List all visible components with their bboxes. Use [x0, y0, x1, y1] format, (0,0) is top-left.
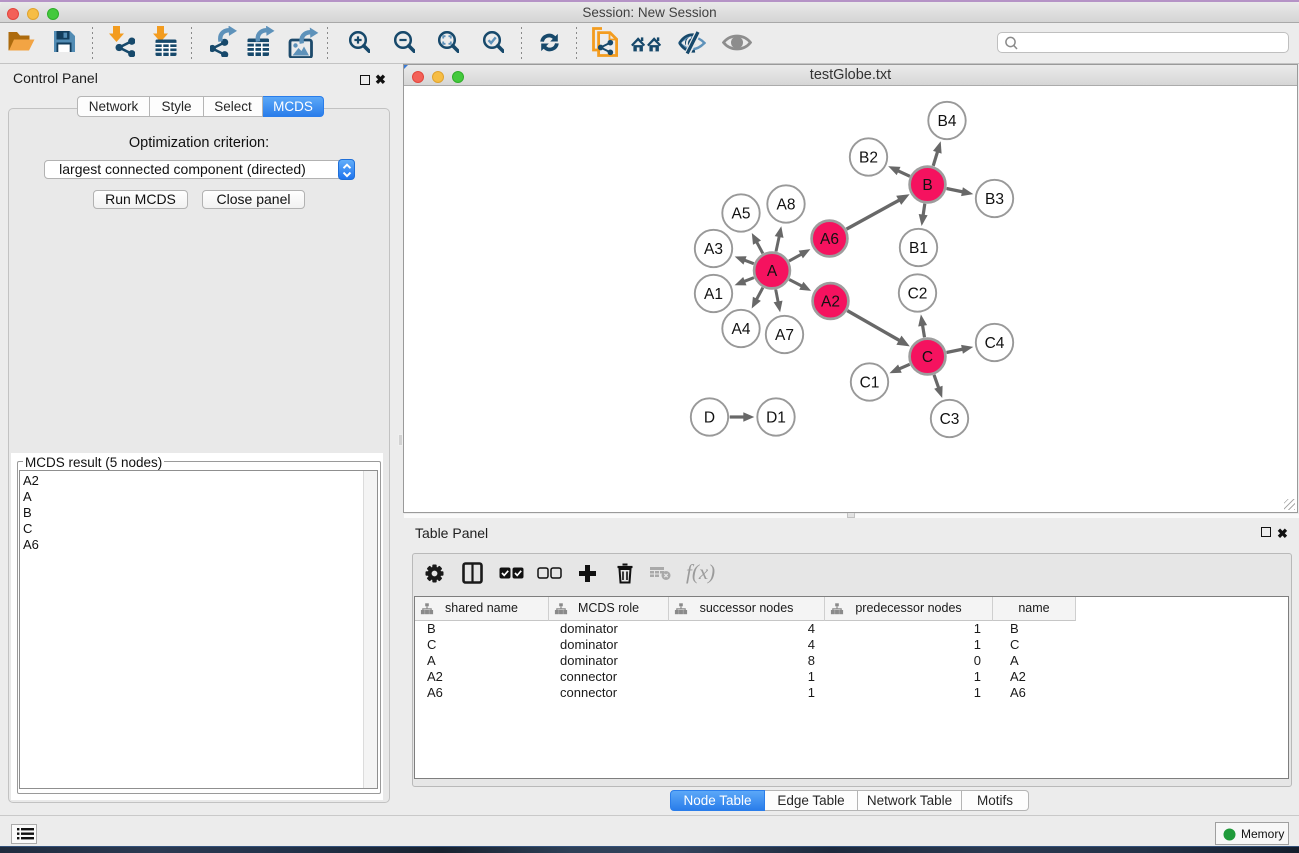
svg-text:A3: A3	[704, 241, 723, 258]
svg-text:B4: B4	[938, 113, 957, 130]
svg-text:A: A	[767, 263, 778, 280]
svg-text:A8: A8	[777, 197, 796, 214]
svg-text:A4: A4	[732, 321, 751, 338]
svg-text:A5: A5	[732, 206, 751, 223]
svg-text:B3: B3	[985, 191, 1004, 208]
svg-text:B1: B1	[909, 240, 928, 257]
svg-text:B2: B2	[859, 150, 878, 167]
svg-text:C3: C3	[940, 411, 960, 428]
svg-text:D: D	[704, 410, 715, 427]
svg-text:D1: D1	[766, 410, 786, 427]
svg-text:B: B	[922, 177, 932, 194]
svg-text:A7: A7	[775, 327, 794, 344]
svg-text:C4: C4	[985, 335, 1005, 352]
svg-text:A1: A1	[704, 286, 723, 303]
svg-text:C2: C2	[908, 286, 928, 303]
svg-text:C: C	[922, 349, 933, 366]
svg-text:A2: A2	[821, 294, 840, 311]
svg-text:A6: A6	[820, 231, 839, 248]
svg-text:C1: C1	[860, 375, 880, 392]
